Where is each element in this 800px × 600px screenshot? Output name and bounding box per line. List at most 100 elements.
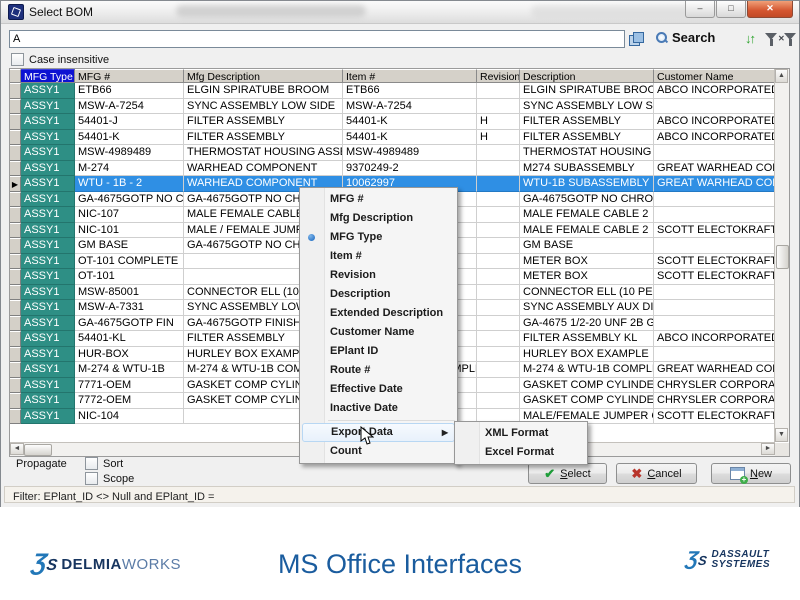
- cell-description[interactable]: METER BOX: [520, 254, 654, 270]
- cell-description[interactable]: MALE FEMALE CABLE 2: [520, 223, 654, 239]
- column-header-mfg-description[interactable]: Mfg Description: [184, 69, 343, 83]
- cell-description[interactable]: M274 SUBASSEMBLY: [520, 161, 654, 177]
- cell-customer[interactable]: GREAT WARHEAD COMPANY: [654, 176, 775, 192]
- cell-mfg-no[interactable]: HUR-BOX: [75, 347, 184, 363]
- cell-customer[interactable]: ABCO INCORPORATED: [654, 114, 775, 130]
- cell-revision[interactable]: [477, 347, 520, 363]
- cell-customer[interactable]: SCOTT ELECTOKRAFTS INC: [654, 269, 775, 285]
- cell-mfg-desc[interactable]: THERMOSTAT HOUSING ASSEMBLY: [184, 145, 343, 161]
- cell-mfg-no[interactable]: ETB66: [75, 83, 184, 99]
- cell-customer[interactable]: [654, 347, 775, 363]
- clear-filter-icon[interactable]: [784, 33, 796, 40]
- row-selector[interactable]: [10, 347, 21, 363]
- cell-mfg-no[interactable]: 7771-OEM: [75, 378, 184, 394]
- cell-mfg-type[interactable]: ASSY1: [21, 83, 75, 99]
- cell-description[interactable]: ELGIN SPIRATUBE BROOM 66: [520, 83, 654, 99]
- cell-mfg-type[interactable]: ASSY1: [21, 269, 75, 285]
- cell-revision[interactable]: [477, 223, 520, 239]
- column-header-description[interactable]: Description: [520, 69, 654, 83]
- cell-revision[interactable]: [477, 145, 520, 161]
- menu-item-revision[interactable]: Revision: [300, 266, 457, 285]
- cell-description[interactable]: THERMOSTAT HOUSING ASS: [520, 145, 654, 161]
- scroll-down-button[interactable]: ▼: [775, 428, 788, 442]
- cell-customer[interactable]: [654, 300, 775, 316]
- cell-customer[interactable]: ABCO INCORPORATED: [654, 331, 775, 347]
- menu-item-eplant-id[interactable]: EPlant ID: [300, 342, 457, 361]
- cell-revision[interactable]: H: [477, 114, 520, 130]
- cell-description[interactable]: SYNC ASSEMBLY LOW SIDE: [520, 99, 654, 115]
- cell-customer[interactable]: [654, 207, 775, 223]
- cell-mfg-no[interactable]: NIC-101: [75, 223, 184, 239]
- new-button[interactable]: New: [711, 463, 791, 484]
- cell-mfg-desc[interactable]: FILTER ASSEMBLY: [184, 114, 343, 130]
- row-selector[interactable]: [10, 378, 21, 394]
- cell-revision[interactable]: [477, 192, 520, 208]
- cell-description[interactable]: GA-4675GOTP NO CHROME: [520, 192, 654, 208]
- cell-mfg-no[interactable]: MSW-85001: [75, 285, 184, 301]
- cell-mfg-no[interactable]: 54401-J: [75, 114, 184, 130]
- maximize-button[interactable]: □: [716, 1, 746, 18]
- cell-mfg-type[interactable]: ASSY1: [21, 331, 75, 347]
- cell-mfg-type[interactable]: ASSY1: [21, 347, 75, 363]
- cell-description[interactable]: FILTER ASSEMBLY: [520, 114, 654, 130]
- submenu-item-excel-format[interactable]: Excel Format: [455, 443, 587, 462]
- menu-item-export-data[interactable]: Export Data▶: [302, 423, 455, 442]
- cell-mfg-no[interactable]: 54401-KL: [75, 331, 184, 347]
- column-header-revision[interactable]: Revision: [477, 69, 520, 83]
- minimize-button[interactable]: –: [685, 1, 715, 18]
- cell-mfg-type[interactable]: ASSY1: [21, 300, 75, 316]
- table-row[interactable]: ASSY154401-JFILTER ASSEMBLY54401-KHFILTE…: [10, 114, 775, 130]
- cell-mfg-no[interactable]: WTU - 1B - 2: [75, 176, 184, 192]
- cell-mfg-no[interactable]: GM BASE: [75, 238, 184, 254]
- cell-mfg-no[interactable]: GA-4675GOTP NO CHR: [75, 192, 184, 208]
- copy-icon[interactable]: [629, 32, 643, 45]
- cell-description[interactable]: GASKET COMP CYLINDER HE: [520, 393, 654, 409]
- cell-description[interactable]: M-274 & WTU-1B COMPLETE A: [520, 362, 654, 378]
- cell-revision[interactable]: [477, 269, 520, 285]
- table-row[interactable]: ASSY1ETB66ELGIN SPIRATUBE BROOMETB66ELGI…: [10, 83, 775, 99]
- menu-item-item-[interactable]: Item #: [300, 247, 457, 266]
- cell-mfg-type[interactable]: ASSY1: [21, 192, 75, 208]
- cell-mfg-no[interactable]: OT-101 COMPLETE: [75, 254, 184, 270]
- row-selector[interactable]: [10, 254, 21, 270]
- cell-mfg-type[interactable]: ASSY1: [21, 393, 75, 409]
- row-selector[interactable]: [10, 269, 21, 285]
- select-button[interactable]: ✔ Select: [528, 463, 607, 484]
- cell-description[interactable]: GASKET COMP CYLINDER HE: [520, 378, 654, 394]
- cell-item-no[interactable]: ETB66: [343, 83, 477, 99]
- horizontal-scroll-thumb[interactable]: [24, 444, 52, 456]
- menu-item-effective-date[interactable]: Effective Date: [300, 380, 457, 399]
- cell-customer[interactable]: SCOTT ELECTOKRAFTS INC: [654, 254, 775, 270]
- cell-revision[interactable]: [477, 300, 520, 316]
- cell-revision[interactable]: [477, 254, 520, 270]
- cell-mfg-type[interactable]: ASSY1: [21, 145, 75, 161]
- cell-mfg-type[interactable]: ASSY1: [21, 316, 75, 332]
- cell-revision[interactable]: [477, 83, 520, 99]
- cell-customer[interactable]: [654, 145, 775, 161]
- sort-arrows-icon[interactable]: ↓↑: [745, 31, 754, 46]
- cell-mfg-type[interactable]: ASSY1: [21, 207, 75, 223]
- cell-description[interactable]: WTU-1B SUBASSEMBLY: [520, 176, 654, 192]
- search-input[interactable]: [9, 30, 625, 48]
- row-selector[interactable]: [10, 238, 21, 254]
- cell-description[interactable]: GA-4675 1/2-20 UNF 2B GOTP: [520, 316, 654, 332]
- title-bar[interactable]: Select BOM – □ ✕: [1, 1, 799, 24]
- cell-mfg-desc[interactable]: FILTER ASSEMBLY: [184, 130, 343, 146]
- cell-mfg-no[interactable]: OT-101: [75, 269, 184, 285]
- row-selector[interactable]: [10, 393, 21, 409]
- row-selector[interactable]: [10, 285, 21, 301]
- cell-revision[interactable]: [477, 331, 520, 347]
- cell-mfg-type[interactable]: ASSY1: [21, 223, 75, 239]
- cell-customer[interactable]: SCOTT ELECTOKRAFTS INC: [654, 409, 775, 425]
- cell-mfg-type[interactable]: ASSY1: [21, 114, 75, 130]
- row-selector[interactable]: [10, 130, 21, 146]
- scroll-up-button[interactable]: ▲: [775, 69, 788, 83]
- cell-customer[interactable]: ABCO INCORPORATED: [654, 83, 775, 99]
- cell-mfg-type[interactable]: ASSY1: [21, 254, 75, 270]
- cell-customer[interactable]: [654, 99, 775, 115]
- vertical-scroll-thumb[interactable]: [776, 245, 789, 269]
- cell-mfg-desc[interactable]: SYNC ASSEMBLY LOW SIDE: [184, 99, 343, 115]
- row-selector[interactable]: [10, 331, 21, 347]
- column-header-mfg-[interactable]: MFG #: [75, 69, 184, 83]
- cell-mfg-type[interactable]: ASSY1: [21, 130, 75, 146]
